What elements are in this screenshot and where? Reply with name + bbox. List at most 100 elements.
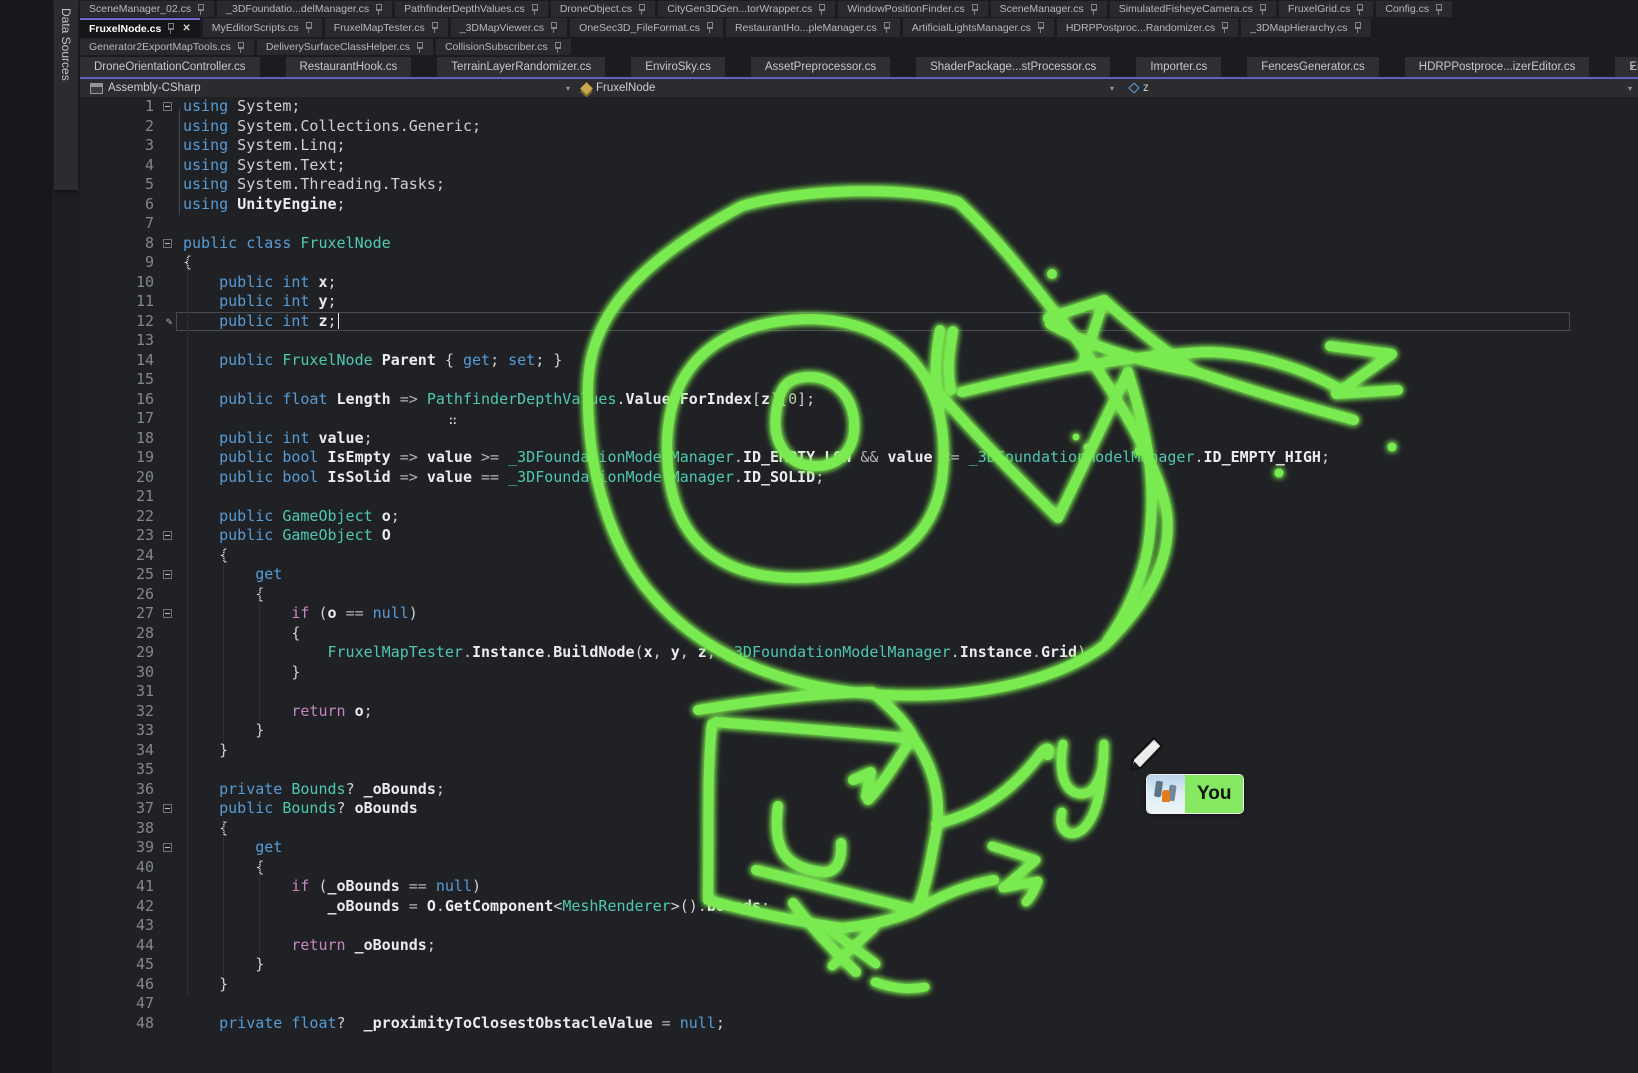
- code-line-45[interactable]: 45 }: [80, 955, 1638, 975]
- type-dropdown[interactable]: FruxelNode: [582, 79, 655, 97]
- code-line-31[interactable]: 31: [80, 682, 1638, 702]
- tab-AssetPreprocessor.cs[interactable]: AssetPreprocessor.cs: [751, 57, 890, 77]
- code-line-46[interactable]: 46 }: [80, 975, 1638, 995]
- tab-overflow-icon[interactable]: ▾: [1630, 60, 1634, 74]
- code-line-39[interactable]: 39 get: [80, 838, 1638, 858]
- tab-TerrainLayerRandomizer.cs[interactable]: TerrainLayerRandomizer.cs: [437, 57, 605, 77]
- tab-OneSec3D_FileFormat.cs[interactable]: OneSec3D_FileFormat.cs: [570, 18, 723, 37]
- code-line-44[interactable]: 44 return _oBounds;: [80, 936, 1638, 956]
- fold-collapse-icon[interactable]: [158, 565, 180, 585]
- tab-Importer.cs[interactable]: Importer.cs: [1136, 57, 1221, 77]
- close-icon[interactable]: ✕: [182, 23, 190, 34]
- code-line-38[interactable]: 38 {: [80, 819, 1638, 839]
- pin-icon[interactable]: [236, 42, 245, 53]
- code-line-2[interactable]: 2using System.Collections.Generic;: [80, 117, 1638, 137]
- code-line-15[interactable]: 15: [80, 370, 1638, 390]
- code-line-9[interactable]: 9{: [80, 253, 1638, 273]
- code-line-41[interactable]: 41 if (_oBounds == null): [80, 877, 1638, 897]
- member-dropdown-caret[interactable]: ▾: [1110, 79, 1114, 97]
- code-line-36[interactable]: 36 private Bounds? _oBounds;: [80, 780, 1638, 800]
- code-line-18[interactable]: 18 public int value;: [80, 429, 1638, 449]
- pin-icon[interactable]: [1258, 4, 1267, 15]
- tab-ArtificialLightsManager.cs[interactable]: ArtificialLightsManager.cs: [903, 18, 1054, 37]
- tab-DroneObject.cs[interactable]: DroneObject.cs: [551, 1, 655, 17]
- pin-icon[interactable]: [549, 22, 558, 33]
- code-line-4[interactable]: 4using System.Text;: [80, 156, 1638, 176]
- pin-icon[interactable]: [1036, 22, 1045, 33]
- pin-icon[interactable]: [637, 4, 646, 15]
- tab-SceneManager.cs[interactable]: SceneManager.cs: [991, 1, 1107, 17]
- tab-PathfinderDepthValues.cs[interactable]: PathfinderDepthValues.cs: [395, 1, 548, 17]
- code-line-34[interactable]: 34 }: [80, 741, 1638, 761]
- tab-RestaurantHook.cs[interactable]: RestaurantHook.cs: [286, 57, 412, 77]
- tab-_3DFoundatio...delManager.cs[interactable]: _3DFoundatio...delManager.cs: [217, 1, 392, 17]
- pin-icon[interactable]: [1220, 22, 1229, 33]
- code-line-17[interactable]: 17: [80, 409, 1638, 429]
- data-sources-vertical-tab[interactable]: Data Sources: [54, 0, 78, 190]
- pin-icon[interactable]: [1434, 4, 1443, 15]
- code-line-30[interactable]: 30 }: [80, 663, 1638, 683]
- code-line-43[interactable]: 43: [80, 916, 1638, 936]
- pin-icon[interactable]: [705, 22, 714, 33]
- code-line-19[interactable]: 19 public bool IsEmpty => value >= _3DFo…: [80, 448, 1638, 468]
- tab-ShaderPackage...stProcessor.cs[interactable]: ShaderPackage...stProcessor.cs: [916, 57, 1110, 77]
- tab-CollisionSubscriber.cs[interactable]: CollisionSubscriber.cs: [436, 39, 571, 55]
- pin-icon[interactable]: [1353, 22, 1362, 33]
- code-line-14[interactable]: 14 public FruxelNode Parent { get; set; …: [80, 351, 1638, 371]
- pin-icon[interactable]: [817, 4, 826, 15]
- code-line-47[interactable]: 47: [80, 994, 1638, 1014]
- tab-Generator2ExportMapTools.cs[interactable]: Generator2ExportMapTools.cs: [80, 39, 254, 55]
- tab-FruxelMapTester.cs[interactable]: FruxelMapTester.cs: [325, 18, 448, 37]
- code-line-16[interactable]: 16 public float Length => PathfinderDept…: [80, 390, 1638, 410]
- navbar-overflow[interactable]: ▾: [1628, 79, 1632, 97]
- tab-SimulatedFisheyeCamera.cs[interactable]: SimulatedFisheyeCamera.cs: [1110, 1, 1276, 17]
- code-line-26[interactable]: 26 {: [80, 585, 1638, 605]
- code-line-10[interactable]: 10 public int x;: [80, 273, 1638, 293]
- code-line-20[interactable]: 20 public bool IsSolid => value == _3DFo…: [80, 468, 1638, 488]
- code-line-35[interactable]: 35: [80, 760, 1638, 780]
- code-line-40[interactable]: 40 {: [80, 858, 1638, 878]
- tab-FruxelGrid.cs[interactable]: FruxelGrid.cs: [1279, 1, 1373, 17]
- pin-icon[interactable]: [374, 4, 383, 15]
- code-line-42[interactable]: 42 _oBounds = O.GetComponent<MeshRendere…: [80, 897, 1638, 917]
- pin-icon[interactable]: [970, 4, 979, 15]
- code-line-24[interactable]: 24 {: [80, 546, 1638, 566]
- code-line-7[interactable]: 7: [80, 214, 1638, 234]
- code-line-27[interactable]: 27 if (o == null): [80, 604, 1638, 624]
- pin-icon[interactable]: [530, 4, 539, 15]
- tab-DroneOrientationController.cs[interactable]: DroneOrientationController.cs: [80, 57, 260, 77]
- tab-SceneManager_02.cs[interactable]: SceneManager_02.cs: [80, 1, 214, 17]
- tab-HDRPPostproce...izerEditor.cs[interactable]: HDRPPostproce...izerEditor.cs: [1405, 57, 1590, 77]
- code-line-21[interactable]: 21: [80, 487, 1638, 507]
- pin-icon[interactable]: [882, 22, 891, 33]
- tab-EnviroSky.cs[interactable]: EnviroSky.cs: [631, 57, 725, 77]
- code-line-5[interactable]: 5using System.Threading.Tasks;: [80, 175, 1638, 195]
- fold-collapse-icon[interactable]: [158, 799, 180, 819]
- code-line-11[interactable]: 11 public int y;: [80, 292, 1638, 312]
- pin-icon[interactable]: [304, 22, 313, 33]
- pin-icon[interactable]: [166, 23, 175, 34]
- project-dropdown[interactable]: Assembly-CSharp: [90, 79, 201, 97]
- tab-EnviroSkyMgr.cs[interactable]: EnviroSkyMgr.cs: [1615, 57, 1638, 77]
- pin-icon[interactable]: [415, 42, 424, 53]
- code-line-29[interactable]: 29 FruxelMapTester.Instance.BuildNode(x,…: [80, 643, 1638, 663]
- code-line-28[interactable]: 28 {: [80, 624, 1638, 644]
- fold-collapse-icon[interactable]: [158, 604, 180, 624]
- code-line-12[interactable]: 12✎ public int z;: [80, 312, 1638, 332]
- tab-DeliverySurfaceClassHelper.cs[interactable]: DeliverySurfaceClassHelper.cs: [257, 39, 433, 55]
- pin-icon[interactable]: [196, 4, 205, 15]
- code-line-25[interactable]: 25 get: [80, 565, 1638, 585]
- code-line-37[interactable]: 37 public Bounds? oBounds: [80, 799, 1638, 819]
- code-line-8[interactable]: 8public class FruxelNode: [80, 234, 1638, 254]
- code-line-33[interactable]: 33 }: [80, 721, 1638, 741]
- tab-FencesGenerator.cs[interactable]: FencesGenerator.cs: [1247, 57, 1379, 77]
- code-line-48[interactable]: 48 private float? _proximityToClosestObs…: [80, 1014, 1638, 1034]
- pin-icon[interactable]: [1089, 4, 1098, 15]
- member-dropdown[interactable]: z: [1130, 79, 1149, 97]
- code-line-13[interactable]: 13: [80, 331, 1638, 351]
- tab-CityGen3DGen...torWrapper.cs[interactable]: CityGen3DGen...torWrapper.cs: [658, 1, 835, 17]
- pin-icon[interactable]: [430, 22, 439, 33]
- fold-collapse-icon[interactable]: [158, 838, 180, 858]
- tab-HDRPPostproc...Randomizer.cs[interactable]: HDRPPostproc...Randomizer.cs: [1057, 18, 1238, 37]
- code-line-32[interactable]: 32 return o;: [80, 702, 1638, 722]
